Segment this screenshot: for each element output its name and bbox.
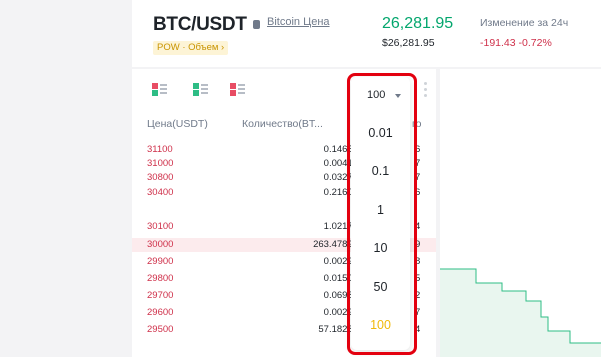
- ask-price: 30400: [147, 187, 174, 198]
- ask-price: 29600: [147, 307, 174, 318]
- ask-price: 30800: [147, 172, 174, 183]
- last-price-usd: $26,281.95: [382, 37, 435, 49]
- ask-price: 29900: [147, 256, 174, 267]
- ask-price: 29700: [147, 290, 174, 301]
- orderbook-asks-view-icon[interactable]: [230, 83, 245, 96]
- ask-price: 30000: [147, 239, 174, 250]
- ask-price: 31100: [147, 144, 173, 155]
- last-price: 26,281.95: [382, 15, 454, 32]
- price-column-header: Цена(USDT): [147, 118, 208, 130]
- change-24h-label: Изменение за 24ч: [480, 17, 569, 29]
- more-options-icon[interactable]: [424, 82, 427, 100]
- depth-chart[interactable]: [440, 69, 601, 357]
- change-24h-value: -191.43 -0.72%: [480, 37, 552, 49]
- ask-price: 30100: [147, 221, 174, 232]
- bitcoin-price-link[interactable]: Bitcoin Цена: [267, 16, 330, 28]
- ask-price: 29800: [147, 273, 174, 284]
- ask-price: 31000: [147, 158, 174, 169]
- info-icon[interactable]: [253, 20, 260, 29]
- highlight-annotation: [347, 73, 417, 355]
- amount-column-header: Количество(BT...: [242, 118, 323, 130]
- orderbook-bids-view-icon[interactable]: [193, 83, 208, 96]
- depth-area: [440, 269, 601, 357]
- market-header: BTC/USDT Bitcoin Цена POW · Объем › 26,2…: [132, 0, 601, 67]
- pow-volume-tag[interactable]: POW · Объем ›: [153, 41, 229, 55]
- ask-price: 29500: [147, 324, 174, 335]
- pair-title: BTC/USDT: [153, 14, 247, 35]
- depth-chart-svg: [440, 268, 601, 357]
- orderbook-both-view-icon[interactable]: [152, 83, 167, 96]
